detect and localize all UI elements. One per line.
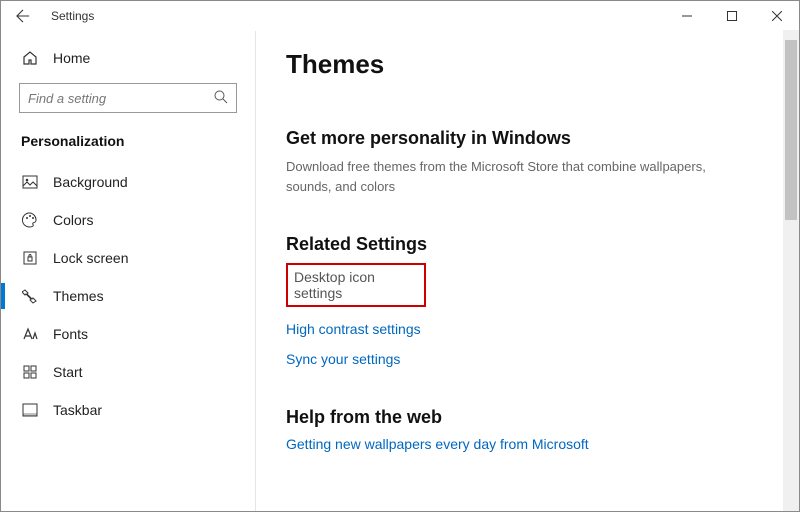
minimize-icon bbox=[682, 11, 692, 21]
sidebar-item-fonts[interactable]: Fonts bbox=[1, 315, 255, 353]
sidebar-item-label: Themes bbox=[53, 288, 104, 304]
window-body: Home Personalization Background Colors bbox=[1, 31, 799, 511]
sidebar-item-label: Fonts bbox=[53, 326, 88, 342]
settings-window: Settings Home bbox=[0, 0, 800, 512]
sidebar-item-label: Taskbar bbox=[53, 402, 102, 418]
minimize-button[interactable] bbox=[664, 1, 709, 31]
maximize-button[interactable] bbox=[709, 1, 754, 31]
start-icon bbox=[21, 363, 39, 381]
titlebar: Settings bbox=[1, 1, 799, 31]
lock-screen-icon bbox=[21, 249, 39, 267]
sidebar-item-taskbar[interactable]: Taskbar bbox=[1, 391, 255, 429]
sidebar-item-colors[interactable]: Colors bbox=[1, 201, 255, 239]
home-icon bbox=[21, 49, 39, 67]
page-title: Themes bbox=[286, 49, 769, 80]
scrollbar-thumb[interactable] bbox=[785, 40, 797, 220]
window-title: Settings bbox=[51, 9, 94, 23]
close-button[interactable] bbox=[754, 1, 799, 31]
sidebar-item-label: Lock screen bbox=[53, 250, 128, 266]
picture-icon bbox=[21, 173, 39, 191]
home-nav[interactable]: Home bbox=[1, 39, 255, 77]
related-links: Desktop icon settings High contrast sett… bbox=[286, 263, 769, 367]
search-wrap bbox=[19, 83, 237, 113]
back-button[interactable] bbox=[13, 9, 33, 23]
wallpapers-help-link[interactable]: Getting new wallpapers every day from Mi… bbox=[286, 436, 769, 452]
nav-list: Background Colors Lock screen Themes Fon… bbox=[1, 163, 255, 429]
close-icon bbox=[772, 11, 782, 21]
more-personality-heading: Get more personality in Windows bbox=[286, 128, 769, 149]
search-icon bbox=[213, 89, 229, 105]
sidebar-item-themes[interactable]: Themes bbox=[1, 277, 255, 315]
fonts-icon bbox=[21, 325, 39, 343]
help-from-web-heading: Help from the web bbox=[286, 407, 769, 428]
desktop-icon-settings-link[interactable]: Desktop icon settings bbox=[286, 263, 426, 307]
related-settings-heading: Related Settings bbox=[286, 234, 769, 255]
more-personality-desc: Download free themes from the Microsoft … bbox=[286, 157, 726, 196]
taskbar-icon bbox=[21, 401, 39, 419]
sidebar: Home Personalization Background Colors bbox=[1, 31, 256, 511]
search-input[interactable] bbox=[19, 83, 237, 113]
palette-icon bbox=[21, 211, 39, 229]
help-links: Getting new wallpapers every day from Mi… bbox=[286, 436, 769, 452]
sidebar-item-label: Start bbox=[53, 364, 83, 380]
sidebar-item-label: Colors bbox=[53, 212, 93, 228]
maximize-icon bbox=[727, 11, 737, 21]
window-controls bbox=[664, 1, 799, 31]
sidebar-item-lock-screen[interactable]: Lock screen bbox=[1, 239, 255, 277]
high-contrast-settings-link[interactable]: High contrast settings bbox=[286, 321, 769, 337]
sync-your-settings-link[interactable]: Sync your settings bbox=[286, 351, 769, 367]
themes-icon bbox=[21, 287, 39, 305]
home-label: Home bbox=[53, 50, 90, 66]
vertical-scrollbar[interactable] bbox=[783, 30, 799, 511]
sidebar-item-start[interactable]: Start bbox=[1, 353, 255, 391]
sidebar-item-background[interactable]: Background bbox=[1, 163, 255, 201]
section-header: Personalization bbox=[1, 127, 255, 163]
arrow-left-icon bbox=[16, 9, 30, 23]
content-pane: Themes Get more personality in Windows D… bbox=[256, 31, 799, 511]
sidebar-item-label: Background bbox=[53, 174, 128, 190]
